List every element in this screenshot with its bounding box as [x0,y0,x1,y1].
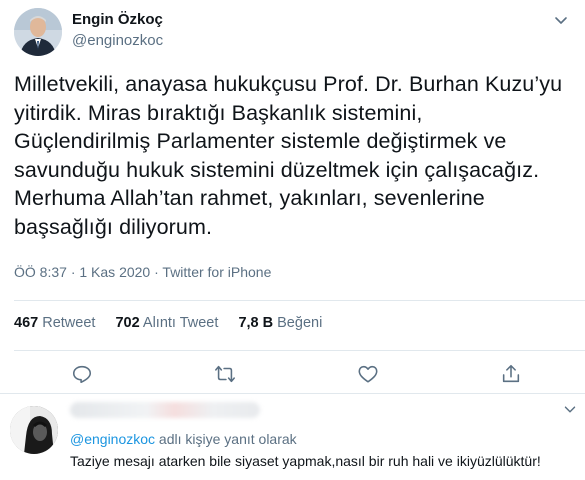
share-icon[interactable] [500,363,522,385]
reply-tweet[interactable]: @enginozkoc adlı kişiye yanıt olarak Taz… [0,393,585,480]
quotes-stat[interactable]: 702 Alıntı Tweet [115,315,218,331]
author-handle[interactable]: @enginozkoc [72,32,163,49]
meta-separator: · [154,264,159,280]
tweet-source[interactable]: Twitter for iPhone [162,264,271,280]
retweets-label: Retweet [42,315,96,331]
quotes-label: Alıntı Tweet [142,315,219,331]
tweet-meta: ÖÖ 8:37 · 1 Kas 2020 · Twitter for iPhon… [14,264,271,280]
tweet-text-line: yitirdik. Miras bıraktığı Başkanlık sist… [14,100,423,125]
reply-text: Taziye mesajı atarken bile siyaset yapma… [70,453,541,469]
like-icon[interactable] [357,363,379,385]
tweet-text-line: Güçlendirilmiş Parlamenter sistemle deği… [14,129,507,153]
author-name[interactable]: Engin Özkoç [72,11,163,28]
retweets-stat[interactable]: 467 Retweet [14,315,95,331]
meta-separator: · [70,264,76,280]
reply-icon[interactable] [71,363,93,385]
tweet-time[interactable]: ÖÖ 8:37 [14,264,67,280]
likes-label: Beğeni [277,315,323,331]
tweet-stats: 467 Retweet 702 Alıntı Tweet 7,8 B Beğen… [14,315,338,331]
divider [14,300,585,301]
quotes-count: 702 [115,315,140,331]
chevron-down-icon[interactable] [561,400,579,418]
tweet-text-line: Milletvekili, anayasa hukukçusu Prof. Dr… [14,72,563,96]
divider [14,350,585,351]
tweet-text-line: savunduğu hukuk sistemini düzeltmek için… [14,157,540,182]
author-avatar[interactable] [14,8,62,56]
replying-suffix: adlı kişiye yanıt olarak [155,431,297,447]
action-bar [0,357,585,391]
tweet-text-line: Merhuma Allah’tan rahmet, yakınları, sev… [14,186,485,210]
tweet-date[interactable]: 1 Kas 2020 [79,264,150,280]
likes-stat[interactable]: 7,8 B Beğeni [238,315,322,331]
chevron-down-icon[interactable] [551,10,571,30]
tweet-text: Milletvekili, anayasa hukukçusu Prof. Dr… [14,70,579,241]
retweets-count: 467 [14,315,39,331]
reply-mention[interactable]: @enginozkoc [70,431,155,447]
retweet-icon[interactable] [214,363,236,385]
blurred-username [70,402,260,418]
likes-count: 7,8 B [238,315,274,331]
tweet-text-line: başsağlığı diliyorum. [14,214,213,239]
replying-to: @enginozkoc adlı kişiye yanıt olarak [70,431,297,447]
reply-avatar[interactable] [10,406,58,454]
